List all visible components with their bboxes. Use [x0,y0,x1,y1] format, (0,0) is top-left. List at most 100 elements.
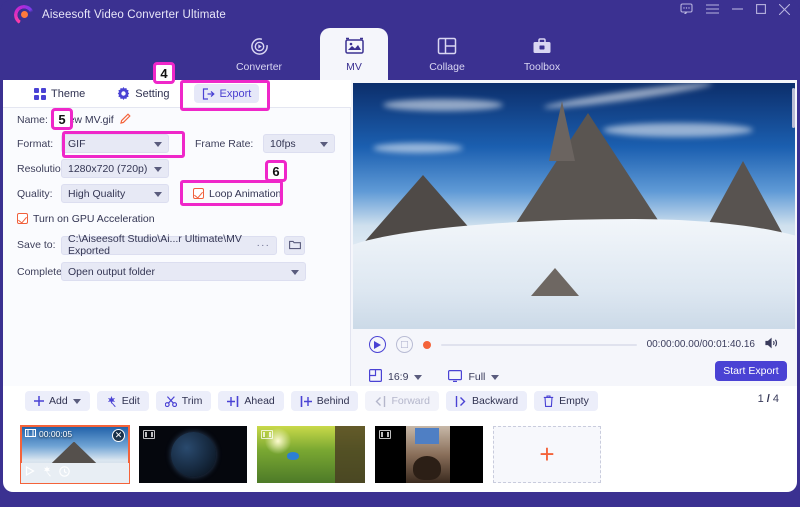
empty-button[interactable]: Empty [534,391,598,411]
magic-wand-icon[interactable] [42,465,53,480]
app-window: Aiseesoft Video Converter Ultimate Conve… [0,0,800,507]
button-label: Trim [181,395,203,407]
callout-number-6: 6 [265,160,287,182]
clock-icon[interactable] [59,465,70,480]
complete-label: Complete: [17,265,65,278]
sub-tab-export[interactable]: Export [193,84,260,103]
loop-animation-checkbox[interactable]: Loop Animation [193,188,281,200]
thumbnail-item-4[interactable] [375,425,483,483]
ahead-button[interactable]: Ahead [218,391,284,411]
checkbox-box [17,213,28,224]
nav-tab-toolbox[interactable]: Toolbox [508,28,576,80]
behind-button[interactable]: Behind [290,391,359,411]
close-icon[interactable] [779,3,790,15]
clip-hover-tools [25,465,70,480]
start-export-button-side[interactable]: Start Export [715,361,787,381]
player-controls: 00:00:00.00/00:01:40.16 [351,332,797,362]
body-panel: Theme Setting Export Name: New MV.gif Fo… [3,80,797,433]
gpu-acceleration-checkbox[interactable]: Turn on GPU Acceleration [17,213,155,225]
resolution-value: 1280x720 (720p) [68,162,148,175]
quality-label: Quality: [17,187,53,200]
sub-tab-theme[interactable]: Theme [25,84,93,103]
playhead-marker[interactable] [423,340,431,349]
brand: Aiseesoft Video Converter Ultimate [14,5,226,25]
maximize-icon[interactable] [756,4,766,14]
resolution-select[interactable]: 1280x720 (720p) [61,159,169,178]
loop-animation-label: Loop Animation [209,187,282,200]
edit-toolbar: Add Edit Trim Ahead Behind Forward Backw… [3,386,797,416]
complete-value: Open output folder [68,265,155,278]
sub-tab-label: Theme [51,87,86,100]
preview-scrollbar[interactable] [792,88,795,128]
thumbnail-item-2[interactable] [139,425,247,483]
move-backward-icon [455,395,467,407]
thumbnail-item-1[interactable]: 00:00:05 ✕ [20,424,130,484]
play-icon[interactable] [369,336,386,353]
callout-number-5: 5 [51,108,73,130]
quality-select[interactable]: High Quality [61,184,169,203]
export-icon [202,87,215,100]
quality-value: High Quality [68,187,126,200]
sub-tab-label: Export [219,87,252,100]
page-total: 4 [772,393,779,405]
play-icon[interactable] [25,465,36,479]
clip-film-icon [25,428,36,439]
format-label: Format: [17,137,54,150]
screen-mode-control[interactable]: Full [448,369,500,385]
chevron-down-icon[interactable] [491,374,500,380]
move-forward-icon [374,395,386,407]
sub-tab-setting[interactable]: Setting [109,84,177,103]
video-preview[interactable] [353,83,795,329]
row-save-to: Save to: C:\Aiseesoft Studio\Ai...r Ulti… [3,231,351,259]
sub-tabs: Theme Setting Export [3,80,351,108]
save-to-field[interactable]: C:\Aiseesoft Studio\Ai...r Ultimate\MV E… [61,233,277,257]
export-form: Name: New MV.gif Format: GIF Frame Rate: [3,108,351,284]
button-label: Forward [391,395,430,407]
duration-text: 00:00:05 [39,428,73,439]
forward-button[interactable]: Forward [365,391,439,411]
frame-rate-label: Frame Rate: [195,137,254,150]
edit-button[interactable]: Edit [96,391,149,411]
feedback-icon[interactable] [680,3,693,15]
trash-icon [543,395,554,407]
seek-track[interactable] [441,343,637,346]
converter-icon [248,35,270,57]
chevron-down-icon[interactable] [414,374,423,380]
menu-icon[interactable] [706,4,719,14]
button-label: Edit [121,395,140,407]
format-select[interactable]: GIF [61,134,169,153]
thumbnail-strip: 00:00:05 ✕ + [3,416,797,492]
clip-film-icon [261,429,273,439]
scissors-icon [164,395,177,407]
complete-select[interactable]: Open output folder [61,262,306,281]
add-button[interactable]: Add [25,391,90,411]
thumbnail-item-3[interactable] [257,425,365,483]
frame-rate-select[interactable]: 10fps [263,134,335,153]
backward-button[interactable]: Backward [445,391,528,411]
remove-clip-button[interactable]: ✕ [112,428,125,442]
main-nav: Converter MV Collage Toolbox [0,28,800,80]
frame-rate-value: 10fps [270,137,296,150]
nav-tab-collage[interactable]: Collage [413,28,481,80]
folder-icon[interactable] [284,235,305,255]
aspect-ratio-control[interactable]: 16:9 [369,369,423,385]
resolution-label: Resolution: [17,162,70,175]
stop-icon[interactable] [396,336,413,353]
button-label: Backward [471,395,519,407]
duration-badge: 00:00:05 [25,428,73,439]
add-media-button[interactable]: + [493,425,601,483]
preview-pane: 00:00:00.00/00:01:40.16 16:9 Full Start … [351,80,797,420]
save-to-label: Save to: [17,239,56,251]
insert-behind-icon [300,395,312,407]
nav-tab-converter[interactable]: Converter [225,28,293,80]
button-label: Ahead [244,395,275,407]
pencil-icon[interactable] [119,112,131,127]
volume-icon[interactable] [765,337,779,352]
nav-tab-mv[interactable]: MV [320,28,388,80]
minimize-icon[interactable] [732,8,743,10]
browse-dots-button[interactable]: ··· [257,239,271,251]
trim-button[interactable]: Trim [155,391,212,411]
chevron-down-icon[interactable] [72,398,81,404]
format-value: GIF [68,137,86,150]
insert-ahead-icon [227,395,239,407]
